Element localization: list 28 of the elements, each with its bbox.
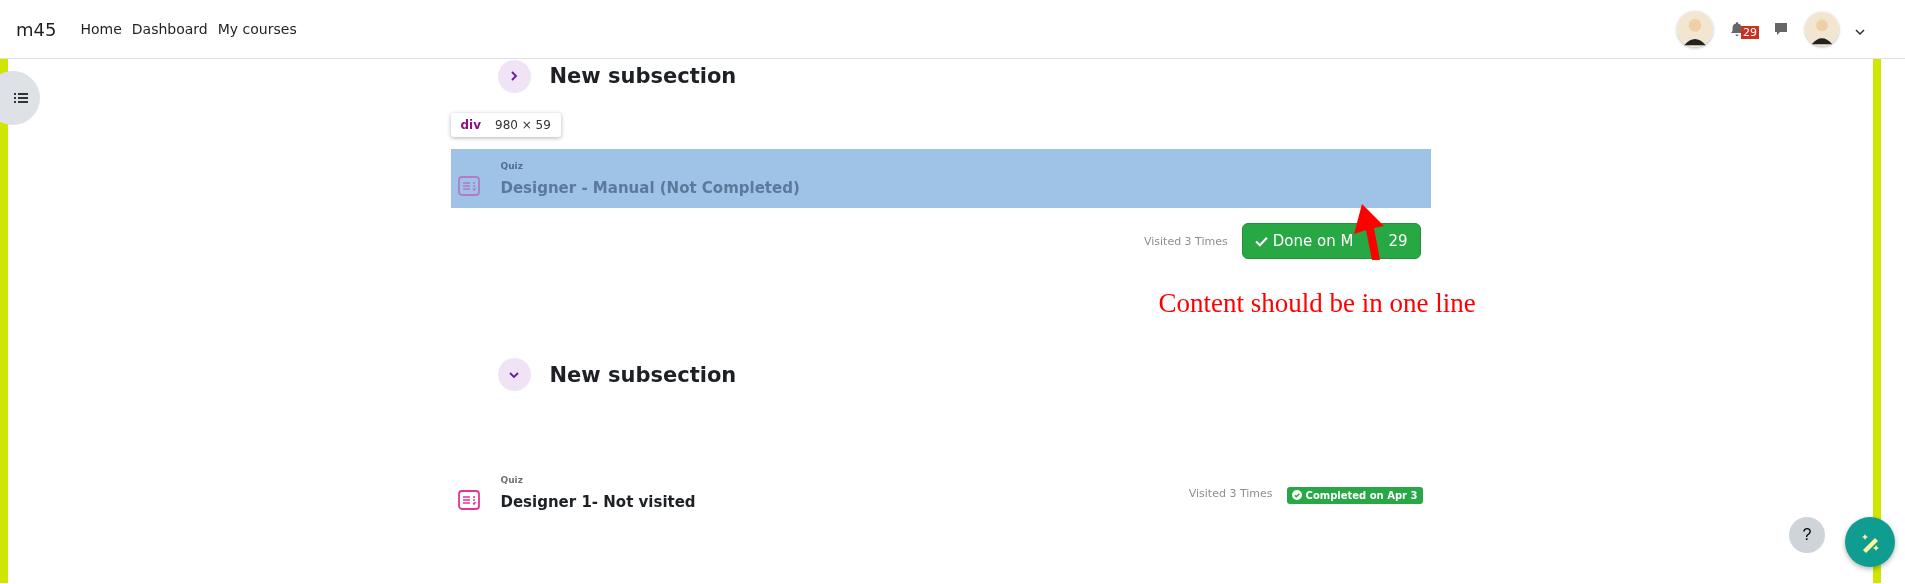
section-title: New subsection xyxy=(549,64,737,88)
annotation-note: Content should be in one line xyxy=(1158,287,1476,320)
nav-link[interactable]: My courses xyxy=(217,21,297,37)
activity-type: Quiz xyxy=(500,475,524,486)
completion-badge: Completed on Apr 3 xyxy=(1286,486,1423,504)
quiz-icon xyxy=(456,173,481,198)
chat-icon[interactable] xyxy=(1773,21,1789,37)
notification-count: 29 xyxy=(1741,25,1759,39)
magic-wand-button[interactable] xyxy=(1845,517,1895,567)
nav-link[interactable]: Dashboard xyxy=(131,21,208,37)
check-icon xyxy=(1254,235,1268,247)
site-brand[interactable]: m45 xyxy=(16,18,57,40)
section-title: New subsection xyxy=(549,362,737,387)
inspector-tooltip: div 980 × 59 xyxy=(450,113,561,137)
list-icon xyxy=(14,92,28,104)
visit-count: Visited 3 Times xyxy=(1188,486,1273,500)
avatar-icon[interactable] xyxy=(1677,11,1713,47)
section-toggle[interactable] xyxy=(497,59,531,93)
course-index-button[interactable] xyxy=(0,71,40,125)
chevron-icon xyxy=(508,70,520,82)
avatar-icon[interactable] xyxy=(1805,12,1839,46)
help-button[interactable]: ? xyxy=(1789,517,1825,553)
visit-count: Visited 3 Times xyxy=(1143,234,1228,248)
activity-type: Quiz xyxy=(500,160,524,171)
section-toggle[interactable] xyxy=(497,358,531,392)
activity-link[interactable]: Designer 1- Not visited xyxy=(500,493,1189,512)
nav-link[interactable]: Home xyxy=(80,21,122,37)
quiz-icon xyxy=(456,488,481,513)
